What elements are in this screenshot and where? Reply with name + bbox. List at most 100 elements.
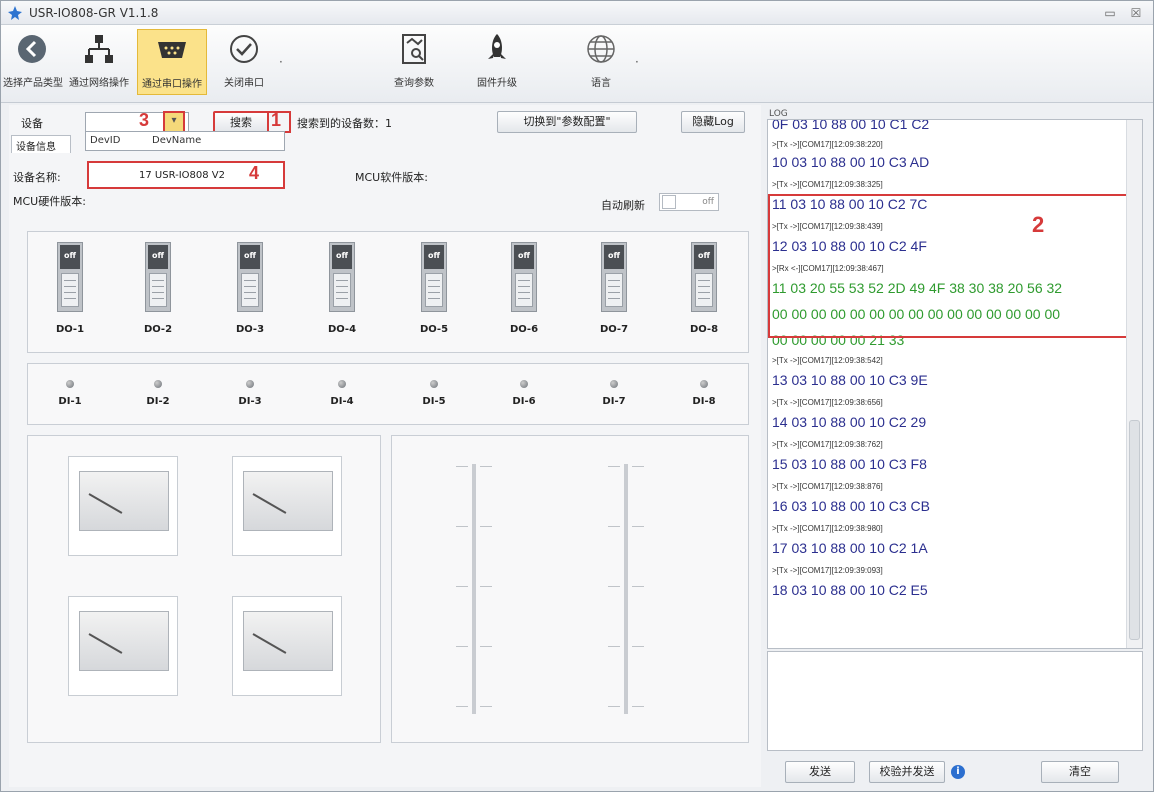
- toolbar-query-params[interactable]: 查询参数: [383, 29, 445, 95]
- log-scrollbar[interactable]: [1126, 120, 1142, 648]
- analog-slider-2[interactable]: [606, 454, 646, 724]
- led-icon: [520, 380, 528, 388]
- do-switch-7[interactable]: off DO-7: [584, 242, 644, 335]
- di-indicator-1: DI-1: [40, 380, 100, 407]
- log-line: 13 03 10 88 00 10 C3 9E: [772, 372, 928, 388]
- title-bar: USR-IO808-GR V1.1.8 ▭ ☒: [1, 1, 1153, 25]
- toolbar-language[interactable]: 语言: [573, 29, 629, 95]
- di-label: DI-8: [692, 396, 716, 407]
- tab-device-info[interactable]: 设备信息: [11, 135, 71, 153]
- di-input-panel: DI-1 DI-2 DI-3 DI-4 DI-5 DI-6 DI-7 DI-8: [27, 363, 749, 425]
- toggle-switch-icon: off: [601, 242, 627, 312]
- toggle-switch-icon: off: [237, 242, 263, 312]
- toolbar: 选择产品类型 通过网络操作 通过串口操作 关闭串口 · 查询参数 固件升级 语言…: [1, 25, 1153, 103]
- log-line: >[Tx ->][COM17][12:09:38:656]: [772, 398, 883, 407]
- hide-log-button[interactable]: 隐藏Log: [681, 111, 745, 133]
- log-line: 17 03 10 88 00 10 C2 1A: [772, 540, 928, 556]
- toolbar-label: 关闭串口: [224, 78, 264, 89]
- app-window: USR-IO808-GR V1.1.8 ▭ ☒ 选择产品类型 通过网络操作 通过…: [0, 0, 1154, 792]
- log-line: >[Tx ->][COM17][12:09:38:762]: [772, 440, 883, 449]
- do-label: DO-6: [509, 324, 539, 335]
- toolbar-label: 选择产品类型: [3, 78, 63, 89]
- di-indicator-5: DI-5: [404, 380, 464, 407]
- toolbar-dropdown-dot[interactable]: ·: [279, 55, 283, 69]
- log-line: 14 03 10 88 00 10 C2 29: [772, 414, 927, 430]
- log-line: 10 03 10 88 00 10 C3 AD: [772, 154, 930, 170]
- di-label: DI-2: [146, 396, 170, 407]
- do-label: DO-3: [235, 324, 265, 335]
- toolbar-serial-operate[interactable]: 通过串口操作: [137, 29, 207, 95]
- toolbar-close-serial[interactable]: 关闭串口: [213, 29, 275, 95]
- toggle-switch-icon: off: [421, 242, 447, 312]
- switch-to-config-button[interactable]: 切换到"参数配置": [497, 111, 637, 133]
- device-combo-arrow[interactable]: ▾: [163, 111, 185, 133]
- device-name-label: 设备名称:: [13, 171, 61, 184]
- di-indicator-3: DI-3: [220, 380, 280, 407]
- do-switch-6[interactable]: off DO-6: [494, 242, 554, 335]
- auto-refresh-label: 自动刷新: [601, 199, 645, 212]
- do-switch-5[interactable]: off DO-5: [404, 242, 464, 335]
- di-indicator-2: DI-2: [128, 380, 188, 407]
- do-label: DO-5: [419, 324, 449, 335]
- do-switch-2[interactable]: off DO-2: [128, 242, 188, 335]
- analog-gauge-4: [232, 596, 342, 696]
- do-output-panel: off DO-1 off DO-2 off DO-3 off DO-4 off DO-5 …: [27, 231, 749, 353]
- di-indicator-6: DI-6: [494, 380, 554, 407]
- toolbar-label: 通过串口操作: [142, 79, 202, 90]
- toggle-switch-icon: off: [329, 242, 355, 312]
- network-icon: [85, 35, 113, 63]
- di-label: DI-3: [238, 396, 262, 407]
- annotation-1-box: [267, 111, 291, 133]
- do-switch-3[interactable]: off DO-3: [220, 242, 280, 335]
- do-label: DO-1: [55, 324, 85, 335]
- close-button[interactable]: ☒: [1127, 5, 1145, 21]
- device-dropdown-list[interactable]: DevID DevName: [85, 131, 285, 151]
- toolbar-dropdown-dot[interactable]: ·: [635, 55, 639, 69]
- rocket-icon: [488, 34, 506, 59]
- toggle-state: off: [702, 197, 714, 207]
- toolbar-network-operate[interactable]: 通过网络操作: [65, 29, 133, 95]
- minimize-button[interactable]: ▭: [1101, 5, 1119, 21]
- log-title: LOG: [769, 109, 788, 119]
- checksum-send-button[interactable]: 校验并发送: [869, 761, 945, 783]
- log-line: >[Tx ->][COM17][12:09:38:980]: [772, 524, 883, 533]
- app-logo-icon: [8, 5, 22, 20]
- led-icon: [66, 380, 74, 388]
- led-icon: [246, 380, 254, 388]
- toggle-switch-icon: off: [691, 242, 717, 312]
- toolbar-firmware-upgrade[interactable]: 固件升级: [467, 29, 527, 95]
- do-switch-8[interactable]: off DO-8: [674, 242, 734, 335]
- do-switch-1[interactable]: off DO-1: [40, 242, 100, 335]
- log-output[interactable]: 0F 03 10 88 00 10 C1 C2 >[Tx ->][COM17][…: [767, 119, 1143, 649]
- do-label: DO-8: [689, 324, 719, 335]
- scrollbar-thumb[interactable]: [1129, 420, 1140, 640]
- log-line: >[Tx ->][COM17][12:09:38:876]: [772, 482, 883, 491]
- log-line: >[Tx ->][COM17][12:09:38:220]: [772, 140, 883, 149]
- log-line: 0F 03 10 88 00 10 C1 C2: [772, 119, 930, 132]
- log-line: >[Tx ->][COM17][12:09:38:325]: [772, 180, 883, 189]
- back-circle-icon: [18, 35, 46, 63]
- analog-slider-panel: [391, 435, 749, 743]
- info-icon[interactable]: i: [951, 765, 965, 779]
- found-devices-label: 搜索到的设备数：1: [297, 117, 392, 130]
- do-label: DO-7: [599, 324, 629, 335]
- mcu-hardware-version-label: MCU硬件版本:: [13, 195, 86, 208]
- toggle-knob: [662, 195, 676, 209]
- di-label: DI-7: [602, 396, 626, 407]
- auto-refresh-toggle[interactable]: off: [659, 193, 719, 211]
- toggle-switch-icon: off: [145, 242, 171, 312]
- toolbar-label: 固件升级: [477, 78, 517, 89]
- search-button[interactable]: 搜索: [213, 111, 269, 133]
- send-input[interactable]: [767, 651, 1143, 751]
- device-label: 设备: [21, 117, 43, 130]
- analog-gauge-2: [232, 456, 342, 556]
- annotation-4: 4: [249, 163, 260, 183]
- send-button[interactable]: 发送: [785, 761, 855, 783]
- analog-slider-1[interactable]: [454, 454, 494, 724]
- mcu-software-version-label: MCU软件版本:: [355, 171, 428, 184]
- log-pane: LOG 0F 03 10 88 00 10 C1 C2 >[Tx ->][COM…: [765, 105, 1151, 787]
- toolbar-select-product-type[interactable]: 选择产品类型: [3, 29, 63, 95]
- analog-gauge-1: [68, 456, 178, 556]
- clear-button[interactable]: 清空: [1041, 761, 1119, 783]
- do-switch-4[interactable]: off DO-4: [312, 242, 372, 335]
